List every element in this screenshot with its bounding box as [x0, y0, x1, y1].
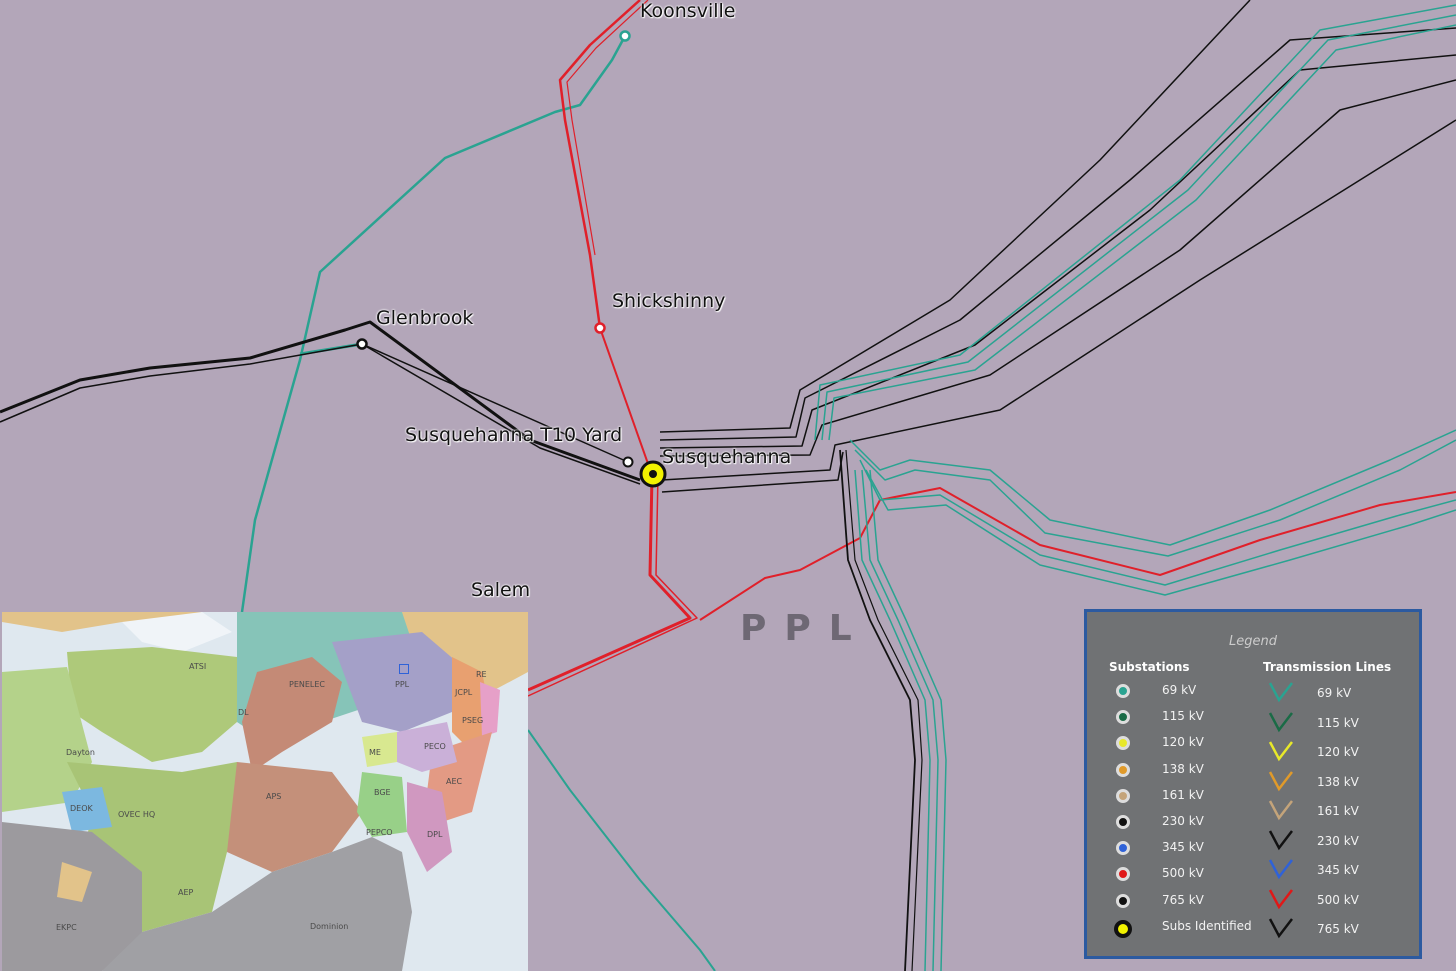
inset-label-penelec: PENELEC: [289, 680, 326, 689]
inset-label-peco: PECO: [424, 742, 446, 751]
inset-label-dominion: Dominion: [310, 922, 349, 931]
inset-label-aep: AEP: [178, 888, 194, 897]
legend-line-swatch: [1268, 859, 1293, 880]
inset-label-bge: BGE: [374, 788, 391, 797]
inset-label-re: RE: [476, 670, 487, 679]
line-230kv-west: [0, 320, 641, 482]
inset-label-jcpl: JCPL: [455, 688, 473, 697]
legend-line-label: 161 kV: [1317, 804, 1359, 818]
legend-line-swatch: [1268, 741, 1293, 762]
line-230kv-east: [661, 119, 1456, 481]
legend-substation-label: Subs Identified: [1162, 918, 1252, 933]
legend-line-swatch: [1268, 800, 1293, 821]
legend-line-swatch: [1268, 682, 1293, 703]
line-69kv-south-1: [854, 469, 931, 971]
legend-substation-dot: [1116, 815, 1130, 829]
line-500kv-north: [558, 0, 641, 329]
inset-label-aps: APS: [266, 792, 282, 801]
line-230kv-south: [839, 449, 916, 971]
inset-ppl-marker: [399, 664, 409, 674]
legend-line-label: 120 kV: [1317, 745, 1359, 759]
line-69kv-south: [527, 729, 716, 971]
inset-label-pseg: PSEG: [462, 716, 484, 725]
line-230kv-ne-1: [659, 0, 1251, 433]
legend-substation-dot: [1116, 762, 1130, 777]
inset-label-atsi: ATSI: [189, 662, 207, 671]
legend-substation-label: 69 kV: [1162, 683, 1197, 697]
legend-line-label: 69 kV: [1317, 686, 1352, 700]
inset-label-ekpc: EKPC: [56, 923, 77, 932]
inset-label-dpl: DPL: [427, 830, 443, 839]
inset-label-pepco: PEPCO: [366, 828, 393, 837]
line-69kv-east-4: [865, 469, 1456, 596]
line-500kv-south-b: [527, 474, 698, 697]
label-susquehanna: Susquehanna: [662, 446, 792, 468]
legend-substation-dot: [1116, 893, 1130, 908]
legend-substation-dot: [1116, 867, 1130, 882]
label-susq-t10: Susquehanna T10 Yard: [405, 424, 623, 446]
legend-substation-dot: [1116, 684, 1130, 698]
legend-line-swatch: [1268, 770, 1293, 791]
legend-substation-label: 120 kV: [1162, 735, 1204, 750]
legend-substation-dot: [1116, 841, 1130, 856]
legend-line-label: 230 kV: [1317, 833, 1359, 848]
legend-line-swatch: [1268, 888, 1293, 909]
legend-substation-label: 115 kV: [1162, 709, 1204, 724]
label-glenbrook: Glenbrook: [376, 307, 474, 329]
legend-substation-label: 500 kV: [1162, 866, 1204, 881]
legend-line-swatch: [1268, 711, 1293, 732]
substation-koonsville[interactable]: [619, 30, 631, 42]
legend-substation-dot: [1114, 919, 1132, 938]
region-label-ppl: PPL: [740, 608, 870, 649]
line-500kv-east: [699, 487, 1456, 621]
line-69kv-east-3: [859, 459, 1456, 586]
legend-line-label: 500 kV: [1317, 892, 1359, 907]
legend-substation-dot: [1116, 710, 1130, 725]
inset-label-deok: DEOK: [70, 804, 93, 813]
legend-lines-heading: Transmission Lines: [1263, 660, 1392, 674]
inset-label-ovec: OVEC HQ: [118, 810, 156, 819]
legend-substations-heading: Substations: [1109, 660, 1190, 674]
line-500kv-south: [527, 474, 692, 692]
legend-line-swatch: [1268, 918, 1293, 939]
inset-label-ppl: PPL: [395, 680, 410, 689]
label-shickshinny: Shickshinny: [612, 290, 726, 312]
legend-line-label: 115 kV: [1317, 715, 1359, 730]
inset-label-aec: AEC: [446, 777, 463, 786]
label-koonsville: Koonsville: [640, 0, 736, 22]
legend-line-label: 765 kV: [1317, 922, 1359, 936]
legend-substation-label: 230 kV: [1162, 814, 1204, 828]
substation-glenbrook[interactable]: [356, 338, 368, 350]
inset-map[interactable]: ATSI PENELEC PPL JCPL PSEG RE DL PECO ME…: [2, 612, 528, 971]
legend-substation-dot: [1116, 788, 1130, 803]
legend-substation-label: 161 kV: [1162, 787, 1204, 802]
legend-substation-label: 138 kV: [1162, 761, 1204, 776]
inset-zone-pseg: [480, 682, 500, 737]
line-230kv-west-b: [0, 343, 641, 485]
line-500kv-north-b: [566, 0, 649, 256]
legend-line-swatch: [1268, 829, 1293, 850]
line-69kv-ne-3: [828, 24, 1456, 441]
substation-susquehanna-core: [649, 470, 657, 478]
legend-line-label: 138 kV: [1317, 774, 1359, 789]
legend-substation-label: 765 kV: [1162, 892, 1204, 907]
legend-panel: Legend Substations Transmission Lines 69…: [1084, 609, 1422, 959]
legend-substation-dot: [1116, 736, 1130, 751]
substation-susq-t10[interactable]: [622, 456, 634, 468]
inset-label-dayton: Dayton: [66, 748, 95, 757]
legend-title: Legend: [1229, 634, 1277, 649]
legend-line-label: 345 kV: [1317, 863, 1359, 877]
inset-label-me: ME: [369, 748, 381, 757]
inset-label-dl: DL: [238, 708, 249, 717]
substation-shickshinny[interactable]: [594, 322, 606, 334]
label-salem: Salem: [471, 579, 531, 601]
line-69kv-ne-2: [821, 14, 1456, 441]
line-230kv-ne-4: [659, 79, 1456, 457]
line-230kv-ne-2: [659, 27, 1456, 441]
legend-substation-label: 345 kV: [1162, 840, 1204, 855]
